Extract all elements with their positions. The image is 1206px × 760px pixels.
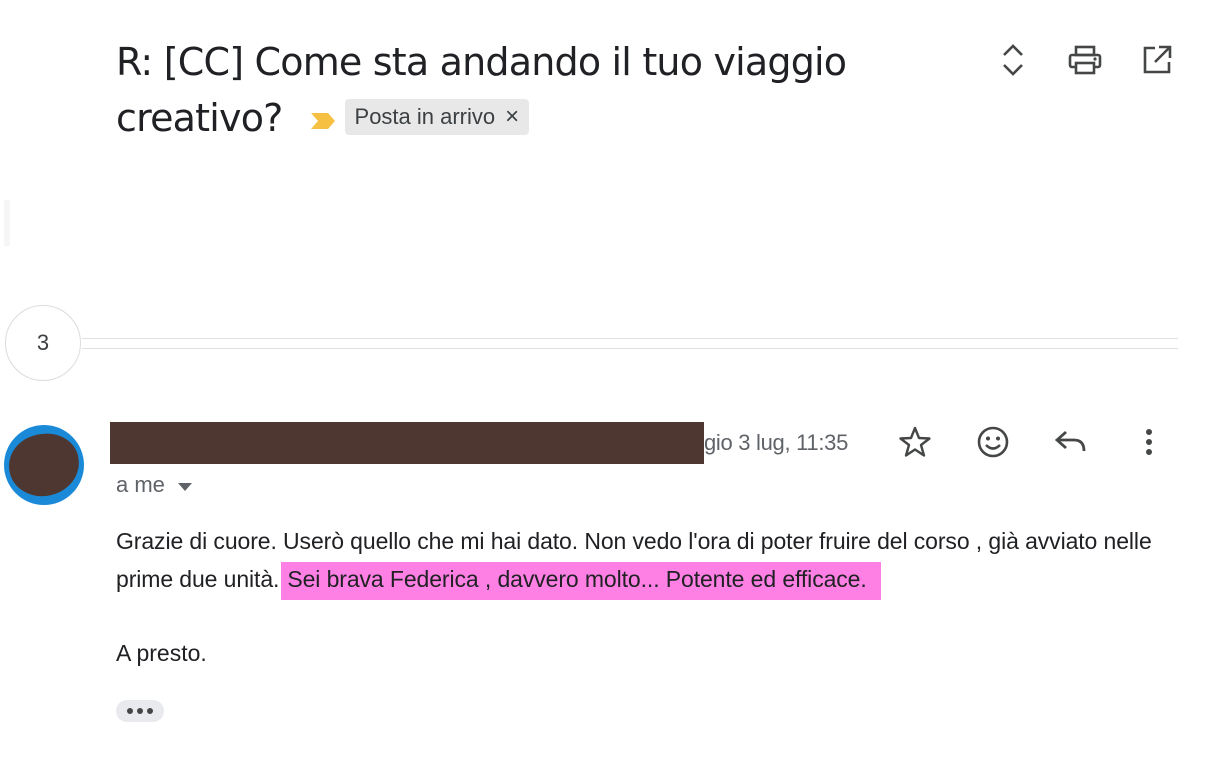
left-edge-sliver bbox=[4, 200, 10, 246]
more-vert-icon[interactable] bbox=[1130, 422, 1168, 462]
print-icon[interactable] bbox=[1066, 40, 1104, 80]
message-closing: A presto. bbox=[116, 640, 207, 666]
remove-label-button[interactable]: × bbox=[505, 104, 519, 129]
sender-avatar[interactable] bbox=[4, 425, 84, 505]
chevron-down-icon bbox=[177, 472, 193, 498]
message-date: gio 3 lug, 11:35 bbox=[704, 430, 849, 455]
collapsed-messages-count[interactable]: 3 bbox=[5, 305, 81, 381]
avatar-redaction bbox=[5, 430, 83, 500]
star-icon[interactable] bbox=[896, 422, 934, 462]
sender-name-redaction bbox=[110, 422, 704, 464]
show-trimmed-content-button[interactable] bbox=[116, 700, 164, 722]
ellipsis-icon bbox=[127, 708, 153, 714]
label-chip-inbox: Posta in arrivo × bbox=[344, 98, 530, 135]
reply-icon[interactable] bbox=[1052, 422, 1090, 462]
importance-marker-icon[interactable] bbox=[309, 90, 337, 146]
label-chip-text: Posta in arrivo bbox=[354, 103, 496, 129]
message-body: Grazie di cuore. Userò quello che mi hai… bbox=[116, 522, 1176, 600]
message-actions bbox=[896, 422, 1168, 462]
thread-toolbar bbox=[994, 40, 1176, 80]
highlighted-quote: Sei brava Federica , davvero molto... Po… bbox=[281, 562, 881, 600]
open-in-new-window-icon[interactable] bbox=[1138, 40, 1176, 80]
recipient-text: a me bbox=[116, 472, 165, 497]
email-subject: R: [CC] Come sta andando il tuo viaggio … bbox=[116, 34, 976, 149]
collapsed-divider-top bbox=[82, 338, 1178, 339]
recipient-details-toggle[interactable]: a me bbox=[116, 472, 193, 498]
emoji-react-icon[interactable] bbox=[974, 422, 1012, 462]
expand-collapse-icon[interactable] bbox=[994, 40, 1032, 80]
collapsed-divider-bottom bbox=[82, 348, 1178, 349]
